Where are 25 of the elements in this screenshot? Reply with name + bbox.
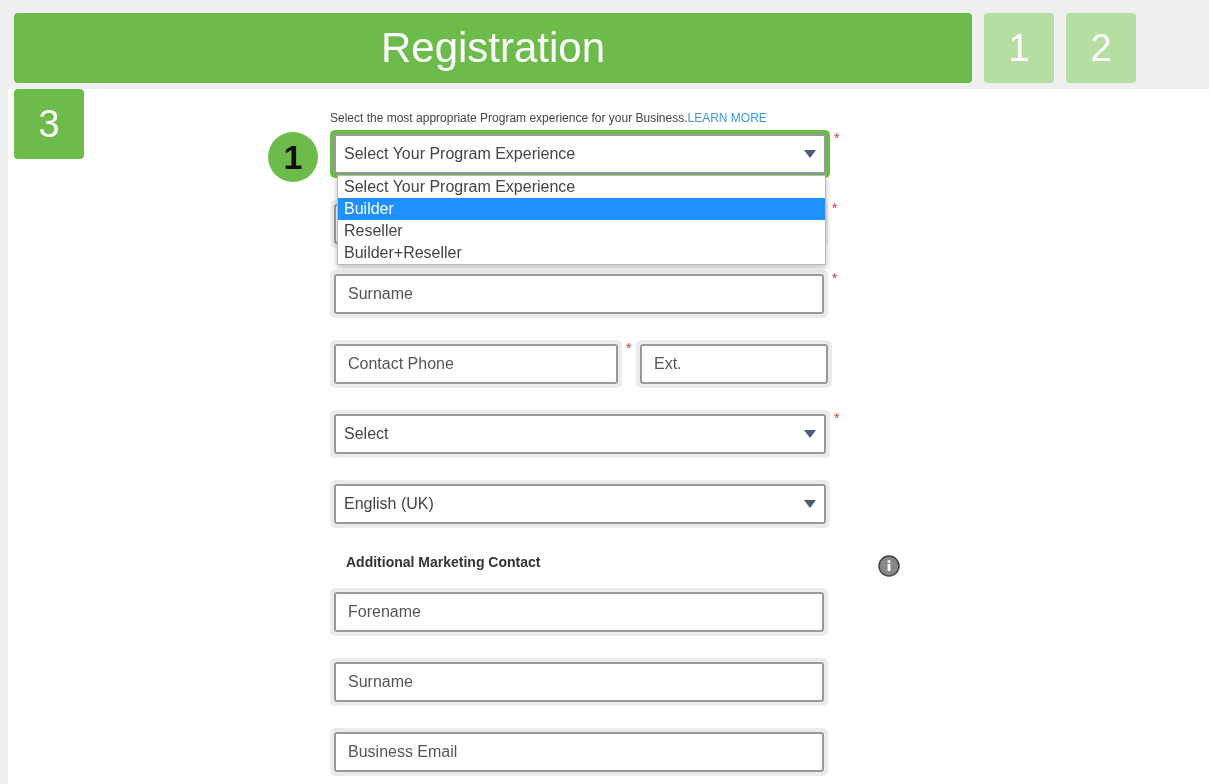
phone-field[interactable]: Contact Phone xyxy=(334,344,618,384)
dropdown-option[interactable]: Reseller xyxy=(338,220,825,242)
dropdown-select[interactable]: Select xyxy=(334,414,826,454)
dropdown-option[interactable]: Builder+Reseller xyxy=(338,242,825,264)
page-title: Registration xyxy=(14,13,972,83)
caret-icon xyxy=(804,150,816,158)
required-mark: * xyxy=(834,130,841,146)
required-mark: * xyxy=(834,410,841,426)
text-field[interactable]: Surname xyxy=(334,662,824,702)
dropdown-option[interactable]: Select Your Program Experience xyxy=(338,176,825,198)
extension-field[interactable]: Ext. xyxy=(640,344,828,384)
required-mark: * xyxy=(832,270,839,286)
text-field[interactable]: Surname xyxy=(334,274,824,314)
required-mark: * xyxy=(626,340,633,356)
dropdown-select[interactable]: English (UK) xyxy=(334,484,826,524)
step-callout: 1 xyxy=(268,132,318,182)
caret-icon xyxy=(804,500,816,508)
dropdown-select[interactable]: Select Your Program Experience xyxy=(334,134,826,174)
caret-icon xyxy=(804,430,816,438)
info-icon[interactable] xyxy=(878,555,900,577)
text-field[interactable]: Forename xyxy=(334,592,824,632)
required-mark: * xyxy=(832,200,839,216)
text-field[interactable]: Business Email xyxy=(334,732,824,772)
section-heading: Additional Marketing Contact xyxy=(345,554,541,570)
hint-text: Select the most appropriate Program experience for your Business.LEARN MORE xyxy=(330,111,768,125)
